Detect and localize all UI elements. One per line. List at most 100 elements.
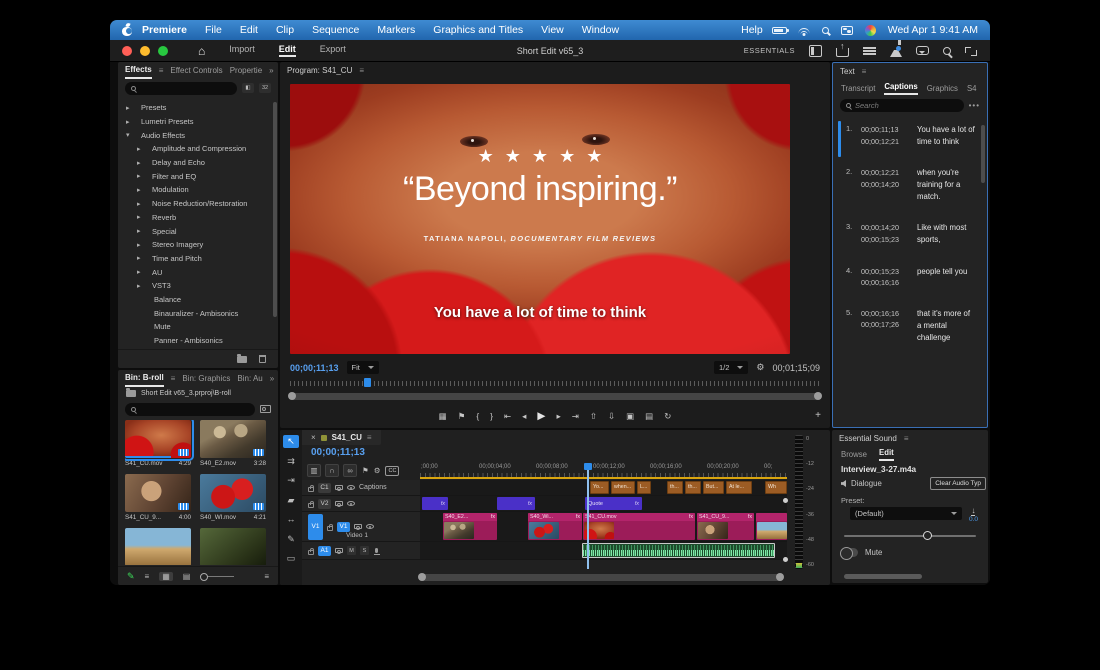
menubar-clock[interactable]: Wed Apr 1 9:41 AM (888, 24, 978, 36)
tab-bin-broll[interactable]: Bin: B-roll (125, 370, 164, 387)
mute-track-button[interactable]: M (347, 546, 356, 555)
timeline-panel-menu-icon[interactable]: ≡ (367, 433, 372, 442)
timeline-current-timecode[interactable]: 00;00;11;13 (311, 447, 365, 458)
apple-menu-icon[interactable] (122, 21, 132, 36)
export-frame-icon[interactable]: ▣ (626, 411, 634, 422)
control-center-icon[interactable] (840, 25, 853, 35)
insert-overwrite-icon[interactable]: ▥ (307, 464, 321, 477)
disclosure-arrow-icon[interactable]: ▸ (137, 145, 144, 153)
track-badge-a1[interactable]: A1 (318, 545, 331, 556)
timeline-settings-icon[interactable]: ⚙ (374, 466, 381, 475)
tab-captions[interactable]: Captions (884, 82, 918, 95)
lock-icon[interactable] (308, 547, 314, 555)
tab-properties[interactable]: Propertie (230, 63, 262, 78)
spotlight-search-icon[interactable] (821, 26, 829, 34)
lock-icon[interactable] (327, 523, 333, 531)
linked-selection-icon[interactable]: ∞ (343, 464, 357, 477)
lock-icon[interactable] (308, 500, 314, 508)
effects-panel-menu-icon[interactable]: ≡ (159, 66, 164, 75)
freeform-view-icon[interactable]: ▤ (183, 572, 191, 581)
caption-clip[interactable]: But... (703, 481, 724, 494)
solo-track-button[interactable]: S (360, 546, 369, 555)
step-back-icon[interactable]: ◂ (522, 411, 526, 422)
caption-timecodes[interactable]: 00;00;14;20 00;00;15;23 (861, 222, 911, 245)
settings-wrench-icon[interactable]: ⚙ (756, 362, 764, 373)
bin-search-input[interactable] (125, 402, 255, 416)
effects-tree-item[interactable]: ▸ Presets (118, 101, 271, 115)
sequence-tab[interactable]: × S41_CU ≡ (302, 430, 381, 445)
caption-row[interactable]: 4. 00;00;15;23 00;00;16;16 people tell yo… (838, 263, 978, 292)
navigate-up-icon[interactable] (126, 388, 136, 397)
mark-out-icon[interactable]: } (490, 411, 493, 421)
close-sequence-icon[interactable]: × (311, 433, 316, 442)
track-select-forward-tool[interactable]: ⇉ (283, 455, 299, 468)
mark-in-icon[interactable]: { (476, 411, 479, 421)
captions-badge[interactable]: CC (385, 465, 400, 476)
bin-clip[interactable]: S40_E2.mov 3:28 (200, 420, 266, 467)
edit-in-progress-icon[interactable]: ✎ (127, 571, 135, 582)
proxy-icon[interactable]: ↻ (664, 411, 671, 422)
menu-item[interactable]: Edit (231, 24, 267, 36)
effects-search-input[interactable] (125, 81, 237, 95)
effects-tree-item[interactable]: ▸ Special (118, 224, 271, 238)
caption-clip[interactable]: Yo... (590, 481, 609, 494)
work-area-bar[interactable] (420, 477, 787, 479)
effects-tree-item[interactable]: Panner - Ambisonics (118, 334, 271, 348)
go-to-out-icon[interactable]: ⇥ (572, 411, 579, 422)
header-nav-item[interactable]: Export (320, 44, 346, 57)
bin-filter-icon[interactable] (260, 405, 271, 413)
tab-transcript[interactable]: Transcript (841, 84, 875, 93)
delete-custom-item-icon[interactable] (259, 355, 266, 363)
effects-tree-item[interactable]: ▸ Delay and Echo (118, 156, 271, 170)
caption-text[interactable]: that it's more of a mental challenge (917, 308, 976, 344)
disclosure-arrow-icon[interactable]: ▸ (137, 213, 144, 221)
add-marker-icon[interactable]: ⚑ (362, 466, 369, 475)
bin-clip[interactable]: S41_CU.mov 4:29 (125, 420, 194, 467)
captions-search-input[interactable] (840, 98, 964, 112)
video-clip[interactable]: S40_E2... fx (443, 513, 497, 540)
menu-item[interactable]: File (196, 24, 231, 36)
add-marker-icon[interactable]: ⚑ (458, 411, 466, 422)
caption-text[interactable]: when you're training for a match. (917, 167, 976, 203)
tab-edit[interactable]: Edit (879, 448, 894, 461)
caption-clip[interactable]: th... (667, 481, 683, 494)
effects-tree-item[interactable]: ▸ Time and Pitch (118, 252, 271, 266)
thumbnail-zoom-slider[interactable] (200, 573, 235, 581)
more-panels-icon[interactable]: » (269, 66, 273, 75)
mute-toggle[interactable] (840, 547, 858, 560)
caption-row[interactable]: 1. 00;00;11;13 00;00;12;21 You have a lot… (838, 121, 978, 158)
disclosure-arrow-icon[interactable]: ▸ (137, 282, 144, 290)
new-custom-bin-icon[interactable] (237, 353, 247, 363)
home-button[interactable]: ⌂ (198, 44, 205, 58)
snap-icon[interactable]: ∩ (325, 464, 339, 477)
slip-tool[interactable]: ↔ (283, 513, 299, 526)
program-playhead[interactable] (364, 378, 371, 387)
effects-tree-item[interactable]: ▾ Audio Effects (118, 128, 271, 142)
effects-tree-item[interactable]: ▸ VST3 (118, 279, 271, 293)
ripple-edit-tool[interactable]: ⇥ (283, 474, 299, 487)
menu-item[interactable]: Clip (267, 24, 303, 36)
save-preset-icon[interactable]: ↓ (971, 506, 976, 516)
graphic-clip[interactable]: fx (422, 497, 448, 510)
program-zoom-scrollbar[interactable] (288, 392, 822, 400)
32bit-effects-filter-icon[interactable]: 32 (259, 83, 271, 93)
tab-s4[interactable]: S4 (967, 84, 977, 93)
wifi-icon[interactable] (798, 26, 810, 36)
captions-more-options-icon[interactable]: ••• (969, 101, 980, 110)
timeline-horizontal-scrollbar[interactable] (418, 573, 784, 581)
close-window-button[interactable] (122, 45, 132, 56)
caption-text[interactable]: You have a lot of time to think (917, 124, 976, 148)
effects-tree-item[interactable]: ▸ Filter and EQ (118, 169, 271, 183)
header-nav-item[interactable]: Import (229, 44, 255, 57)
sync-lock-icon[interactable] (335, 485, 343, 491)
program-current-timecode[interactable]: 00;00;11;13 (290, 363, 339, 373)
voiceover-record-icon[interactable] (373, 548, 380, 555)
effects-tree-item[interactable]: Mute (118, 320, 271, 334)
menu-item[interactable]: Markers (368, 24, 424, 36)
track-badge-c1[interactable]: C1 (318, 482, 331, 493)
preset-dropdown[interactable]: (Default) (850, 507, 962, 520)
zoom-fit-dropdown[interactable]: Fit (346, 361, 379, 374)
menu-item-help[interactable]: Help (732, 24, 772, 36)
sync-lock-icon[interactable] (354, 524, 362, 530)
clip-volume-slider[interactable] (844, 531, 976, 540)
